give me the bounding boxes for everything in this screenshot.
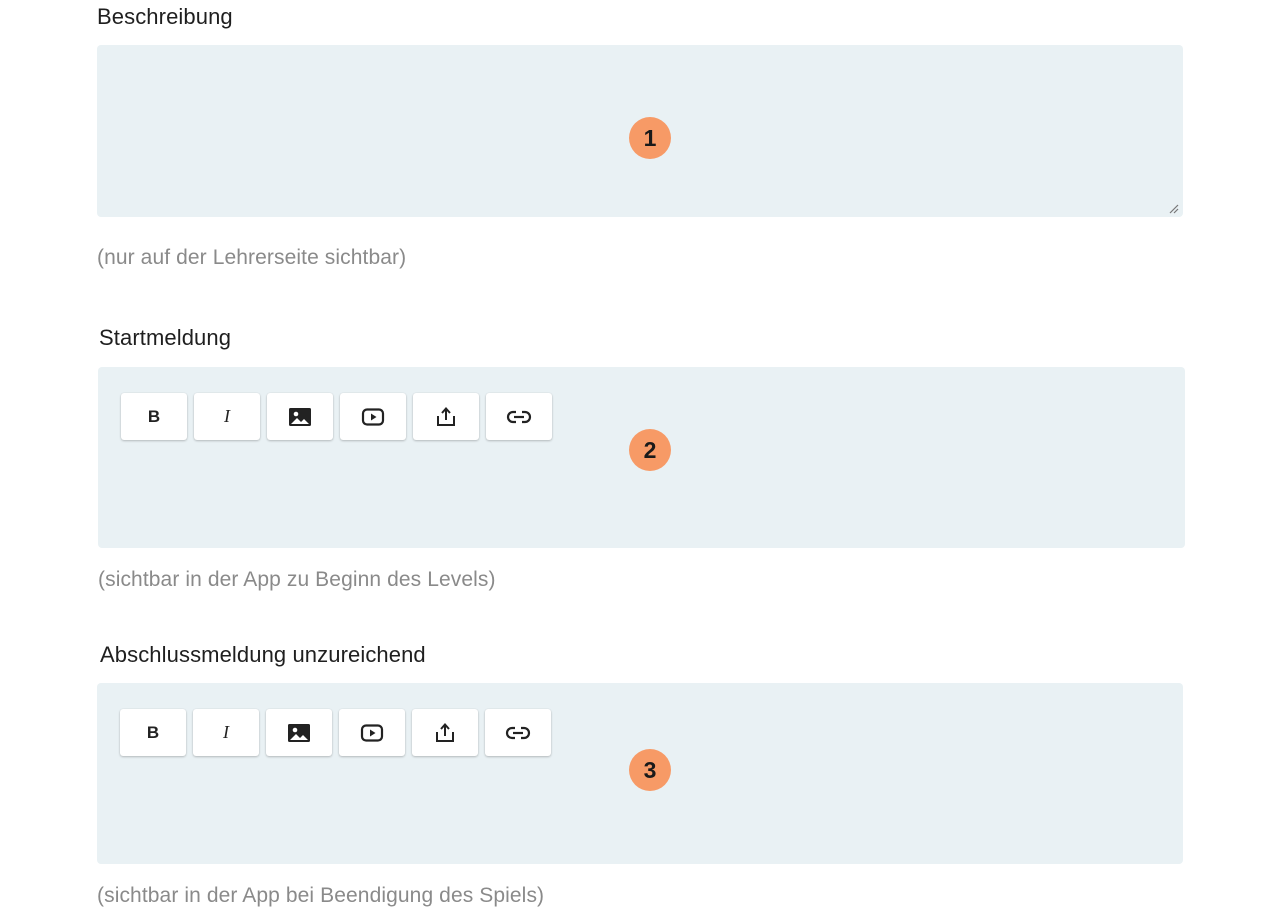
video-icon <box>361 407 385 426</box>
upload-button[interactable] <box>412 709 478 756</box>
italic-button[interactable]: I <box>194 393 260 440</box>
upload-button[interactable] <box>413 393 479 440</box>
beschreibung-hint: (nur auf der Lehrerseite sichtbar) <box>97 246 407 269</box>
callout-badge-3: 3 <box>629 749 671 791</box>
video-icon <box>360 723 384 742</box>
abschlussmeldung-label: Abschlussmeldung unzureichend <box>100 642 426 667</box>
italic-label: I <box>224 406 230 426</box>
italic-button[interactable]: I <box>193 709 259 756</box>
image-icon <box>288 723 310 742</box>
abschlussmeldung-hint: (sichtbar in der App bei Beendigung des … <box>97 884 545 907</box>
insert-video-button[interactable] <box>339 709 405 756</box>
link-icon <box>505 726 531 739</box>
abschlussmeldung-toolbar: B I <box>120 709 551 756</box>
bold-button[interactable]: B <box>120 709 186 756</box>
beschreibung-label: Beschreibung <box>97 4 233 29</box>
bold-label: B <box>146 722 160 742</box>
insert-link-button[interactable] <box>485 709 551 756</box>
bold-label: B <box>147 406 161 426</box>
italic-label: I <box>223 722 229 742</box>
callout-badge-2: 2 <box>629 429 671 471</box>
callout-badge-1: 1 <box>629 117 671 159</box>
startmeldung-toolbar: B I <box>121 393 552 440</box>
startmeldung-label: Startmeldung <box>99 325 232 350</box>
resize-grip-icon[interactable] <box>1167 202 1179 214</box>
page: Beschreibung 1 (nur auf der Lehrerseite … <box>0 0 1280 916</box>
insert-image-button[interactable] <box>266 709 332 756</box>
upload-icon <box>437 406 455 426</box>
bold-button[interactable]: B <box>121 393 187 440</box>
startmeldung-hint: (sichtbar in der App zu Beginn des Level… <box>98 568 496 591</box>
upload-icon <box>436 722 454 742</box>
image-icon <box>289 407 311 426</box>
insert-image-button[interactable] <box>267 393 333 440</box>
link-icon <box>506 410 532 423</box>
insert-video-button[interactable] <box>340 393 406 440</box>
insert-link-button[interactable] <box>486 393 552 440</box>
